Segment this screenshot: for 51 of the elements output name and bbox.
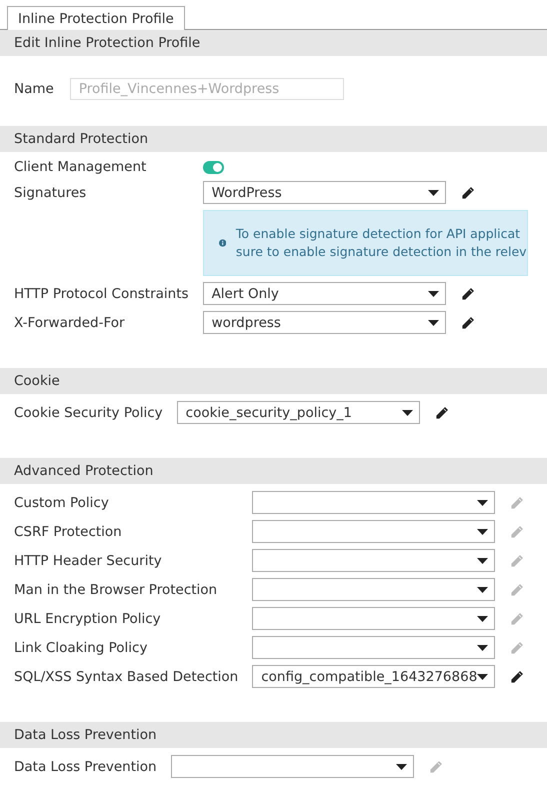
caret-icon <box>477 500 488 506</box>
dropdown[interactable]: WordPress <box>202 181 446 204</box>
dropdown[interactable] <box>252 491 496 514</box>
pencil-icon[interactable] <box>434 404 450 420</box>
caret-icon <box>477 674 488 680</box>
field-label: URL Encryption Policy <box>14 610 162 626</box>
field-label: Link Cloaking Policy <box>14 640 148 656</box>
caret-icon <box>428 290 439 296</box>
tab[interactable]: Inline Protection Profile <box>7 6 185 30</box>
dropdown[interactable] <box>170 755 414 778</box>
field-label: X-Forwarded-For <box>14 314 126 330</box>
section-header: Standard Protection <box>0 126 547 152</box>
field-label: Client Management <box>14 159 148 175</box>
field-label: Cookie Security Policy <box>14 404 163 420</box>
dropdown[interactable]: Alert Only <box>202 282 446 305</box>
caret-icon <box>402 410 413 416</box>
caret-icon <box>477 586 488 592</box>
section-header: Cookie <box>0 368 547 394</box>
section-header: Advanced Protection <box>0 458 547 484</box>
pencil-icon[interactable] <box>460 184 476 200</box>
field-label: HTTP Header Security <box>14 552 163 568</box>
caret-icon <box>428 190 439 196</box>
field-label: Signatures <box>14 184 88 200</box>
info-text: To enable signature detection for API applicat sure to enable signature detection in the relev <box>236 225 527 261</box>
dropdown[interactable]: config_compatible_1643276868 <box>252 665 496 688</box>
caret-icon <box>477 644 488 650</box>
section-header: Data Loss Prevention <box>0 722 547 748</box>
caret-icon <box>477 558 488 564</box>
dropdown[interactable] <box>252 607 496 630</box>
caret-icon <box>477 528 488 534</box>
field-label: Custom Policy <box>14 494 110 510</box>
pencil-icon[interactable] <box>460 314 476 330</box>
field-label: HTTP Protocol Constraints <box>14 286 189 302</box>
field-label: Man in the Browser Protection <box>14 582 218 598</box>
field-label: Name <box>14 81 54 97</box>
pencil-icon[interactable] <box>509 668 526 684</box>
dropdown[interactable]: cookie_security_policy_1 <box>176 401 420 424</box>
caret-icon <box>428 320 439 326</box>
dropdown[interactable]: wordpress <box>202 311 446 334</box>
caret-icon <box>477 616 488 622</box>
dropdown[interactable] <box>252 520 496 543</box>
pencil-icon[interactable] <box>460 286 476 302</box>
field-label: SQL/XSS Syntax Based Detection <box>14 668 238 684</box>
field-label: CSRF Protection <box>14 524 123 540</box>
dropdown[interactable] <box>252 578 496 601</box>
dropdown[interactable] <box>252 636 496 659</box>
field-label: Data Loss Prevention <box>14 758 157 774</box>
dropdown[interactable] <box>252 549 496 572</box>
toggle-switch[interactable] <box>202 160 224 174</box>
caret-icon <box>396 764 407 770</box>
section-header: Edit Inline Protection Profile <box>0 30 547 56</box>
